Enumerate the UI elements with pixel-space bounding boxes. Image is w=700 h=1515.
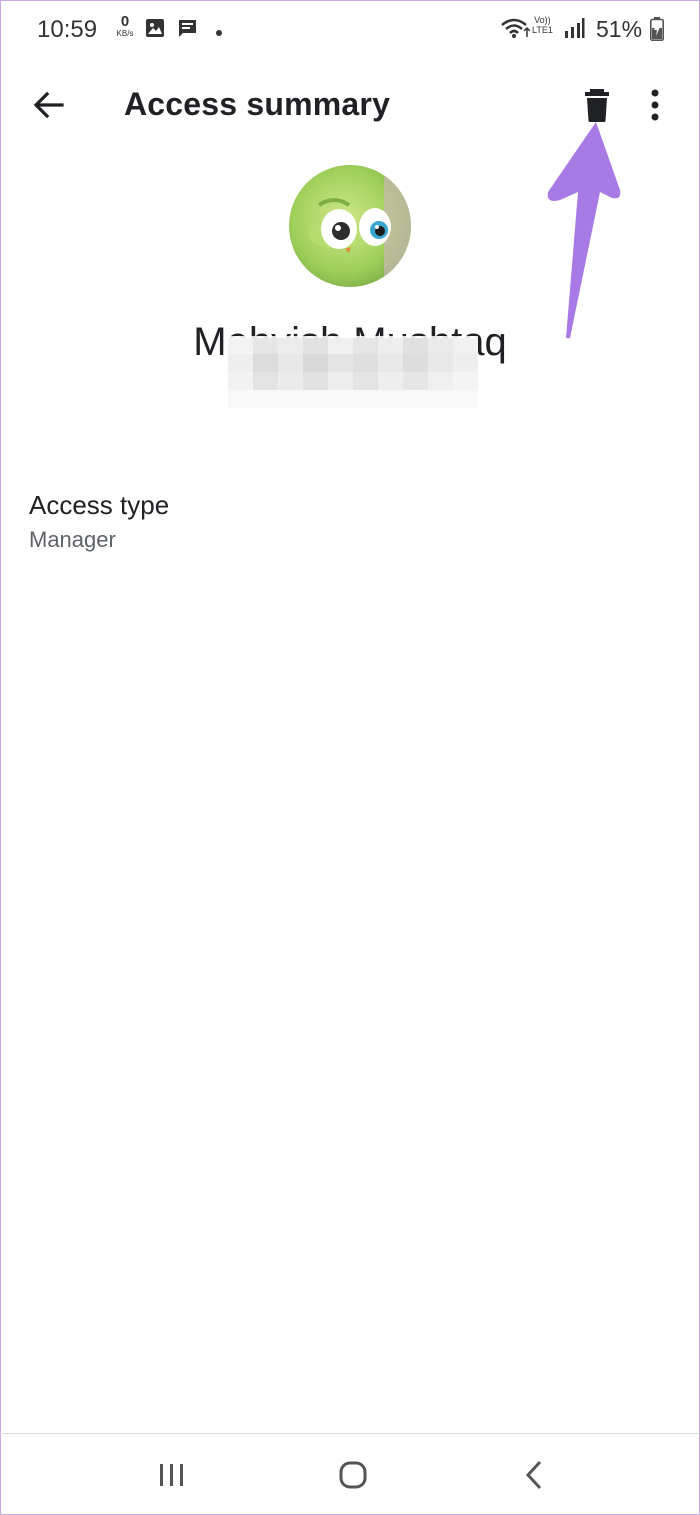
- status-bar: 10:59 0 KB/s Vo)) LTE1 51%: [0, 0, 700, 60]
- wifi-icon: [500, 17, 531, 44]
- back-button[interactable]: [28, 86, 68, 126]
- arrow-back-icon: [28, 91, 68, 130]
- recent-apps-icon: [146, 1464, 196, 1500]
- home-button[interactable]: [327, 1456, 377, 1496]
- network-speed-value: 0: [120, 13, 130, 30]
- avatar: [289, 165, 411, 287]
- battery-percent: 51%: [596, 16, 643, 42]
- volte-indicator: Vo)) LTE1: [532, 15, 553, 35]
- page-title: Access summary: [124, 86, 391, 122]
- signal-icon: [563, 17, 585, 44]
- volte-bottom-label: LTE1: [532, 25, 553, 35]
- network-speed: 0 KB/s: [110, 14, 140, 38]
- status-time: 10:59: [37, 16, 98, 43]
- network-speed-unit: KB/s: [116, 29, 134, 38]
- system-nav-bar: [0, 1434, 700, 1514]
- nav-back-icon: [510, 1460, 560, 1500]
- volte-top-label: Vo)): [534, 15, 551, 25]
- home-icon: [327, 1461, 377, 1500]
- nav-back-button[interactable]: [510, 1456, 560, 1496]
- dot-icon: [215, 24, 223, 42]
- access-type-label: Access type: [29, 490, 170, 520]
- redacted-email: [228, 336, 478, 408]
- battery-charging-icon: [650, 17, 664, 46]
- access-type-value: Manager: [29, 527, 116, 552]
- recent-apps-button[interactable]: [146, 1456, 196, 1496]
- image-icon: [145, 18, 165, 43]
- more-vert-icon: [640, 89, 670, 130]
- more-options-button[interactable]: [640, 84, 670, 126]
- message-icon: [177, 18, 198, 44]
